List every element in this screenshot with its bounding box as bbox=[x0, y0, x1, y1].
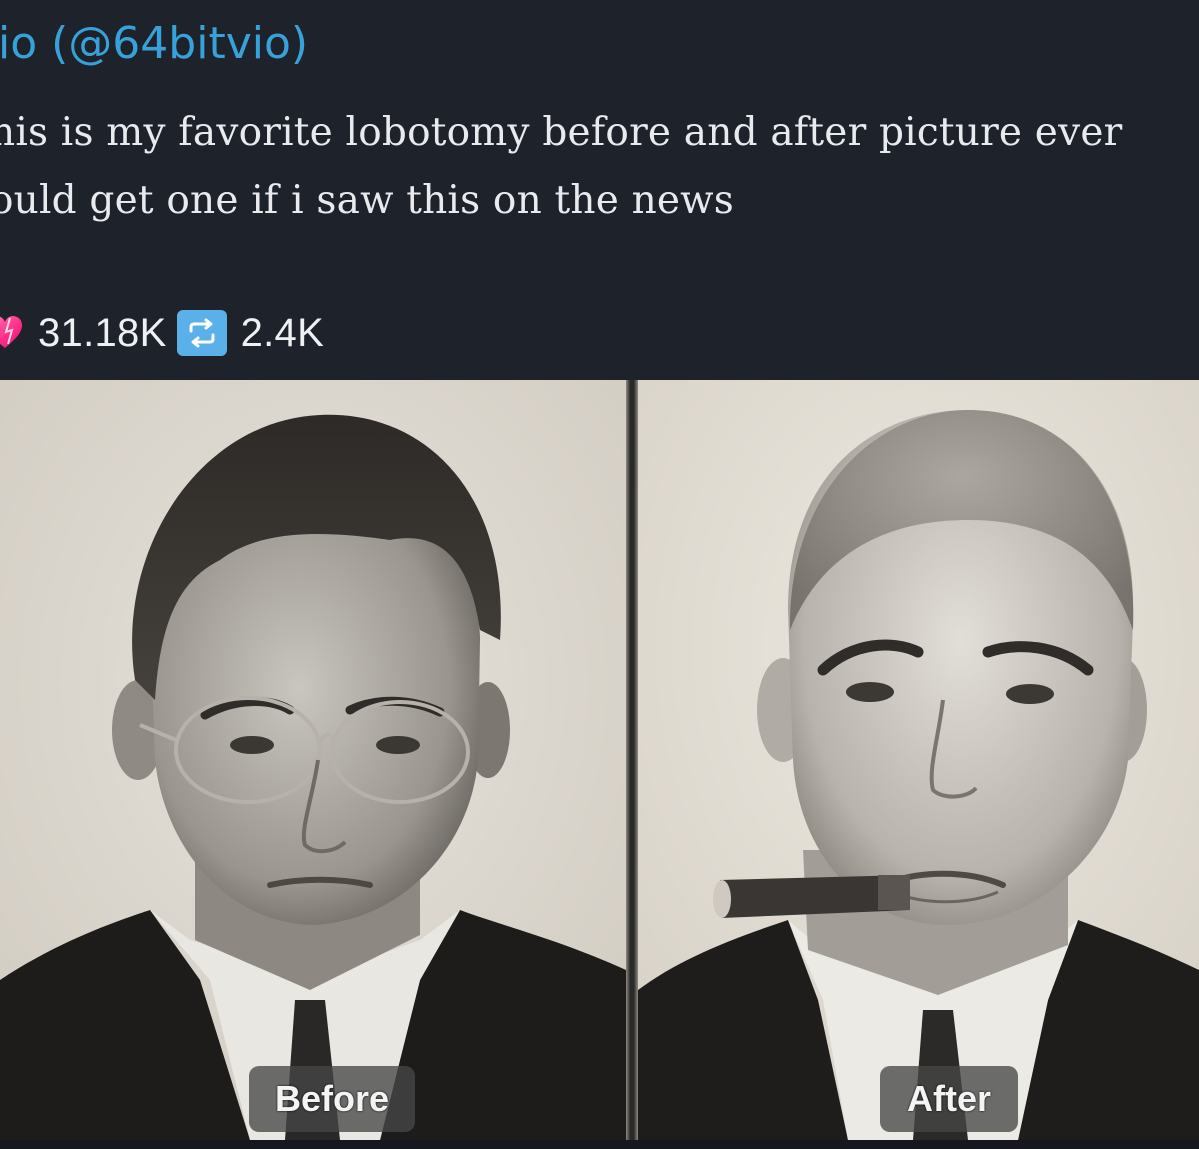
likes-count: 31.18K bbox=[38, 310, 167, 355]
post-text-line-1: his is my favorite lobotomy before and a… bbox=[0, 110, 1123, 155]
after-label: After bbox=[880, 1066, 1018, 1132]
before-photo: Before bbox=[0, 380, 626, 1140]
post-text-line-2: ould get one if i saw this on the news bbox=[0, 178, 734, 223]
reposts-count: 2.4K bbox=[240, 310, 325, 355]
image-divider bbox=[626, 380, 638, 1140]
before-after-image: Before After bbox=[0, 380, 1199, 1140]
bottom-edge bbox=[0, 1140, 1199, 1149]
post-header: io (@64bitvio) his is my favorite loboto… bbox=[0, 0, 1199, 380]
repost-icon[interactable] bbox=[176, 310, 227, 356]
before-label: Before bbox=[249, 1066, 415, 1132]
author-handle[interactable]: io (@64bitvio) bbox=[0, 14, 308, 74]
after-photo: After bbox=[638, 380, 1199, 1140]
post-stats: 31.18K 2.4K bbox=[0, 306, 334, 360]
heart-icon[interactable] bbox=[0, 314, 24, 352]
